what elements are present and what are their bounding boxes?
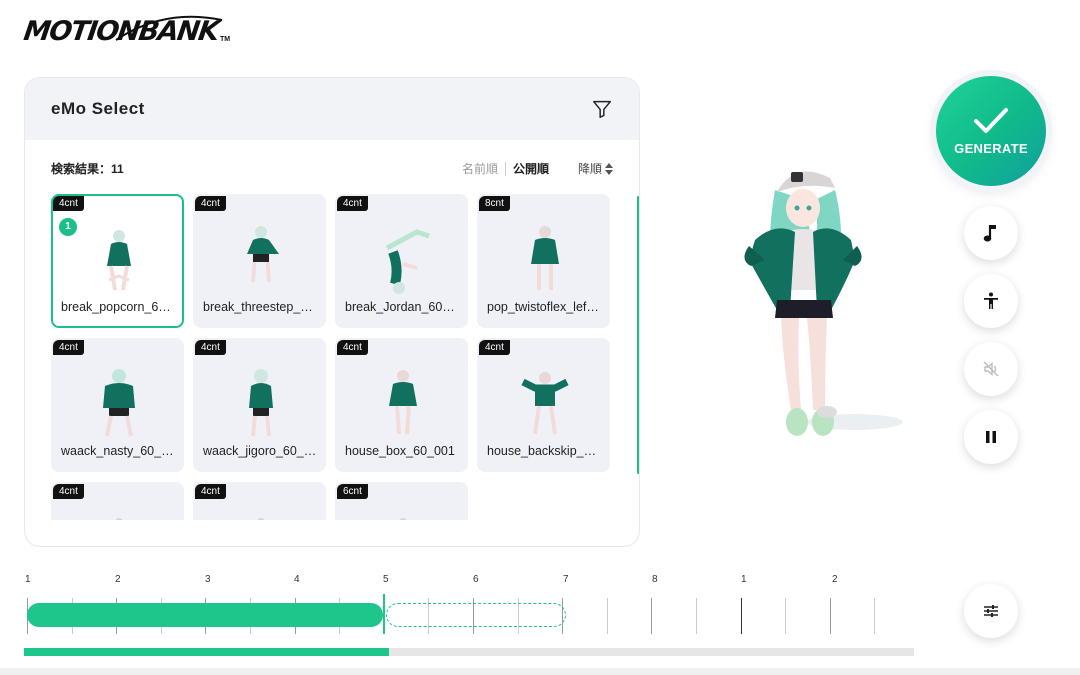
motion-thumbnail bbox=[107, 230, 131, 291]
motion-name: break_threestep_… bbox=[203, 300, 313, 314]
person-icon bbox=[984, 292, 998, 309]
motion-thumbnail bbox=[399, 518, 407, 520]
grid-scrollbar[interactable] bbox=[637, 196, 639, 474]
beat-label: 6 bbox=[473, 574, 479, 585]
timeline-clip-selected[interactable] bbox=[27, 603, 383, 627]
count-badge: 4cnt bbox=[195, 196, 226, 211]
motion-name: waack_nasty_60_… bbox=[61, 444, 174, 458]
beat-label: 4 bbox=[294, 574, 300, 585]
motion-name: house_box_60_001 bbox=[345, 444, 455, 458]
motion-card[interactable]: 4cnt house_backskip_6… bbox=[477, 338, 610, 472]
sort-arrows-icon bbox=[605, 162, 613, 175]
motion-thumbnail bbox=[531, 226, 559, 290]
playback-progress-fill bbox=[24, 648, 389, 656]
motion-card[interactable]: 4cnt waack_jigoro_60_… bbox=[193, 338, 326, 472]
timeline-tick bbox=[740, 598, 742, 634]
count-badge: 4cnt bbox=[337, 196, 368, 211]
playback-progress-bar[interactable] bbox=[24, 648, 914, 656]
pose-button[interactable] bbox=[964, 274, 1018, 328]
music-button[interactable] bbox=[964, 206, 1018, 260]
beat-label: 7 bbox=[563, 574, 569, 585]
motion-thumbnail bbox=[103, 369, 135, 437]
motion-name: break_popcorn_6… bbox=[61, 300, 171, 314]
sort-by-name[interactable]: 名前順 bbox=[455, 160, 505, 177]
motion-thumbnail bbox=[389, 370, 417, 435]
beat-label: 1 bbox=[25, 574, 31, 585]
motion-thumbnail bbox=[249, 369, 273, 437]
timeline-tick bbox=[696, 598, 697, 634]
check-icon bbox=[974, 107, 1008, 133]
count-badge: 4cnt bbox=[195, 340, 226, 355]
count-badge: 4cnt bbox=[479, 340, 510, 355]
playhead[interactable] bbox=[383, 594, 385, 634]
mute-button[interactable] bbox=[964, 342, 1018, 396]
sort-order-label: 降順 bbox=[577, 162, 602, 176]
panel-header: eMo Select bbox=[25, 78, 639, 140]
settings-button[interactable] bbox=[964, 584, 1018, 638]
logo-text: MOTIONBANK bbox=[21, 16, 221, 47]
sort-by-publish[interactable]: 公開順 bbox=[506, 160, 556, 177]
mute-icon bbox=[983, 361, 999, 377]
count-badge: 8cnt bbox=[479, 196, 510, 211]
beat-label: 8 bbox=[652, 574, 658, 585]
motion-card[interactable]: 4cnt house_box_60_001 bbox=[335, 338, 468, 472]
music-note-icon bbox=[983, 225, 996, 242]
timeline[interactable] bbox=[24, 594, 914, 634]
sliders-icon bbox=[984, 605, 998, 617]
sort-controls: 名前順 公開順 降順 bbox=[455, 160, 613, 177]
sort-order-toggle[interactable]: 降順 bbox=[578, 160, 613, 177]
motion-name: waack_jigoro_60_… bbox=[203, 444, 317, 458]
result-count: 検索結果：11 bbox=[51, 162, 124, 176]
beat-label: 1 bbox=[741, 574, 747, 585]
beat-label: 2 bbox=[115, 574, 121, 585]
logo-trademark: TM bbox=[220, 36, 231, 43]
count-badge: 4cnt bbox=[337, 340, 368, 355]
result-row: 検索結果：11 名前順 公開順 降順 bbox=[51, 160, 613, 177]
motion-name: break_Jordan_60… bbox=[345, 300, 455, 314]
motion-name: pop_twistoflex_lef… bbox=[487, 300, 599, 314]
timeline-tick bbox=[651, 598, 653, 634]
timeline-tick bbox=[785, 598, 787, 634]
beat-label: 3 bbox=[205, 574, 211, 585]
beat-label: 2 bbox=[832, 574, 838, 585]
motion-card[interactable]: 4cnt bbox=[193, 482, 326, 520]
motion-thumbnail bbox=[247, 226, 279, 283]
pause-button[interactable] bbox=[964, 410, 1018, 464]
motion-thumbnail bbox=[521, 372, 569, 435]
count-badge: 6cnt bbox=[337, 484, 368, 499]
count-badge: 4cnt bbox=[53, 340, 84, 355]
filter-icon[interactable] bbox=[591, 98, 613, 120]
motion-name: house_backskip_6… bbox=[487, 444, 602, 458]
count-badge: 4cnt bbox=[195, 484, 226, 499]
motion-card[interactable]: 4cnt break_Jordan_60… bbox=[335, 194, 468, 328]
character-preview bbox=[744, 171, 903, 436]
timeline-tick bbox=[874, 598, 876, 634]
motion-card[interactable]: 4cnt break_threestep_… bbox=[193, 194, 326, 328]
pause-icon bbox=[986, 431, 996, 443]
timeline-clip-preview[interactable] bbox=[386, 603, 566, 627]
motion-card[interactable]: 6cnt bbox=[335, 482, 468, 520]
motion-card[interactable]: 4cnt 1 break_popcorn_6… bbox=[51, 194, 184, 328]
motion-card[interactable]: 4cnt bbox=[51, 482, 184, 520]
motion-thumbnail bbox=[257, 518, 265, 520]
generate-button[interactable]: GENERATE bbox=[936, 76, 1046, 186]
timeline-tick bbox=[606, 598, 608, 634]
emo-select-panel: eMo Select 検索結果：11 名前順 公開順 降順 4cnt 1 break… bbox=[24, 77, 640, 547]
timeline-tick bbox=[829, 598, 831, 634]
motion-card[interactable]: 8cnt pop_twistoflex_lef… bbox=[477, 194, 610, 328]
motion-thumbnail bbox=[385, 229, 430, 294]
panel-title: eMo Select bbox=[51, 99, 145, 118]
motion-grid: 4cnt 1 break_popcorn_6… 4cnt break_threestep… bbox=[51, 194, 615, 520]
bottom-strip bbox=[0, 668, 1080, 675]
generate-label: GENERATE bbox=[954, 140, 1028, 156]
motionbank-logo[interactable]: MOTIONBANK TM bbox=[21, 12, 234, 52]
count-badge: 4cnt bbox=[53, 196, 84, 211]
motion-card[interactable]: 4cnt waack_nasty_60_… bbox=[51, 338, 184, 472]
count-badge: 4cnt bbox=[53, 484, 84, 499]
motion-thumbnail bbox=[115, 518, 123, 520]
beat-label: 5 bbox=[383, 574, 389, 585]
